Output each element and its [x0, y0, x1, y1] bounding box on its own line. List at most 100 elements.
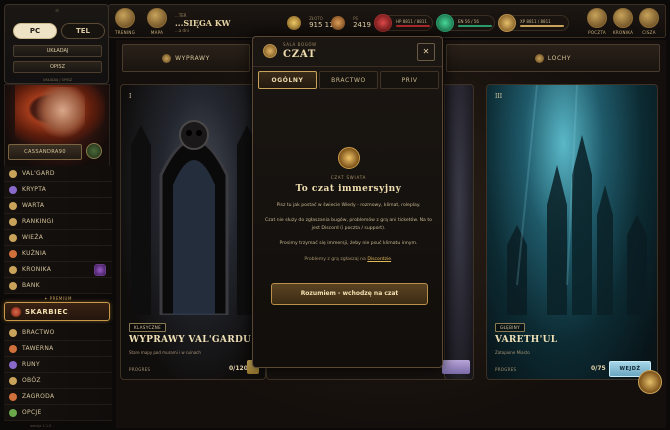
nav-item-zagroda[interactable]: ZAGRODA [4, 389, 112, 405]
warta-icon [9, 202, 17, 210]
emblem-icon [263, 44, 277, 58]
nav-item-runy[interactable]: RUNY [4, 357, 112, 373]
mute-icon [639, 8, 659, 28]
nav-item-wieza[interactable]: WIEŻA [4, 230, 112, 246]
xp-bar: XP 8811 / 8811 [498, 14, 569, 32]
modal-title: CZAT [283, 49, 317, 60]
world-chat-title: To czat immersyjny [295, 184, 402, 194]
ps-gem-icon [331, 15, 345, 30]
nav-item-krypta[interactable]: KRYPTA [4, 182, 112, 198]
nav-item-tawerna[interactable]: TAWERNA [4, 341, 112, 357]
tab-bractwo[interactable]: BRACTWO [319, 71, 378, 89]
progress-label: PROGRES [129, 367, 151, 372]
tel-button[interactable]: TEL [61, 23, 105, 39]
tab-label: LOCHY [547, 55, 572, 62]
tab-lochy[interactable]: LOCHY [446, 44, 660, 72]
xp-orb-icon [498, 14, 516, 32]
trening-button[interactable]: TRENING [115, 8, 136, 35]
hidden-enter-button [442, 360, 470, 374]
nav-item-oboz[interactable]: OBÓZ [4, 373, 112, 389]
nav-item-bractwo[interactable]: BRACTWO [4, 325, 112, 341]
nav-item-opcje[interactable]: OPCJE [4, 405, 112, 421]
en-orb-icon [436, 14, 454, 32]
character-name-button[interactable]: CASSANDRA90 [8, 144, 82, 160]
card-number: I [129, 93, 132, 100]
mail-button[interactable]: POCZTA [587, 8, 607, 35]
expedition-card-valgard[interactable]: I KLASYCZNE WYPRAWY VAL'GARDU Stare mapy… [120, 84, 266, 380]
nav-label: WARTA [22, 202, 45, 209]
nav-label: KRONIKA [22, 266, 52, 273]
card-title: WYPRAWY VAL'GARDU [129, 335, 252, 345]
nav-label: KRYPTA [22, 186, 47, 193]
card-tag: GŁĘBINY [495, 323, 526, 332]
nav-item-kuznia[interactable]: KUŹNIA [4, 246, 112, 262]
chronicle-label: KRONIKA [613, 30, 634, 35]
progress-label: PROGRES [495, 367, 517, 372]
nav-item-rankingi[interactable]: RANKINGI [4, 214, 112, 230]
chronicle-button[interactable]: KRONIKA [613, 8, 634, 35]
lochy-icon [534, 54, 544, 63]
nav-item-warta[interactable]: WARTA [4, 198, 112, 214]
en-fill [458, 25, 492, 27]
tab-ogolny[interactable]: OGÓLNY [258, 71, 317, 89]
nav-label: BANK [22, 282, 40, 289]
card-subtitle: Stare mapy pod murami i w ruinach [129, 350, 201, 355]
nav-item-bank[interactable]: BANK [4, 278, 112, 294]
valgard-icon [9, 170, 17, 178]
progress-value: 0/120 [229, 365, 248, 372]
opcje-icon [9, 409, 17, 417]
confirm-enter-chat-button[interactable]: Rozumiem - wchodzę na czat [271, 283, 428, 305]
tab-wyprawy[interactable]: WYPRAWY [122, 44, 250, 72]
describe-button[interactable]: OPISZ [13, 61, 102, 73]
gothic-gate-illustration [131, 120, 257, 315]
character-name-block: ...TER ...SIĘGA KW ...a dni [175, 13, 230, 33]
hp-text: HP 8811 / 8811 [396, 19, 427, 24]
close-button[interactable]: ✕ [417, 43, 435, 61]
top-bar: TRENING MAPA ...TER ...SIĘGA KW ...a dni… [108, 4, 666, 38]
chronicle-icon [613, 8, 634, 28]
mail-label: POCZTA [588, 30, 606, 35]
world-chat-kicker: CZAT ŚWIATA [330, 175, 367, 180]
chat-modal: SALA BOGÓW CZAT ✕ OGÓLNY BRACTWO PRIV CZ… [252, 36, 443, 368]
gold-coin-icon [287, 15, 301, 30]
info-paragraph-4: Problemy z grą zgłaszaj na Discordzie. [261, 256, 436, 263]
drag-handle-icon[interactable]: ≡ [55, 8, 59, 14]
chat-orb-icon[interactable] [638, 370, 662, 394]
expedition-card-varethul[interactable]: III GŁĘBINY VARETH'UL Zatopione Miasto P… [486, 84, 658, 380]
bank-icon [9, 282, 17, 290]
card-tag: KLASYCZNE [129, 323, 167, 332]
world-chat-emblem-icon [337, 147, 360, 169]
mute-label: CISZA [642, 30, 656, 35]
discord-prefix: Problemy z grą zgłaszaj na [304, 256, 368, 262]
nav-item-skarbiec[interactable]: SKARBIEC [4, 302, 110, 321]
map-button[interactable]: MAPA [147, 8, 167, 35]
device-switch-popup: ≡ PC TEL UKŁADAJ OPISZ UKŁADAJ / OPISZ [4, 4, 109, 84]
nav-item-kronika[interactable]: KRONIKA [4, 262, 112, 278]
wyprawy-icon [162, 54, 172, 63]
discord-suffix: . [391, 256, 393, 262]
xp-fill [520, 25, 564, 27]
layout-button[interactable]: UKŁADAJ [13, 45, 102, 57]
tawerna-icon [9, 345, 17, 353]
oboz-icon [9, 377, 17, 385]
mute-button[interactable]: CISZA [639, 8, 659, 35]
modal-header: SALA BOGÓW CZAT ✕ [253, 37, 442, 67]
sidebar-nav: VAL'GARD KRYPTA WARTA RANKINGI WIEŻA KUŹ… [4, 166, 112, 421]
nav-label: RUNY [22, 361, 40, 368]
premium-label: ✦ PREMIUM [44, 296, 72, 301]
skarbiec-label: SKARBIEC [25, 308, 69, 316]
nav-label: BRACTWO [22, 329, 55, 336]
hp-fill [396, 25, 430, 27]
ps-stat: PS 2419 [331, 12, 371, 31]
bractwo-icon [9, 329, 17, 337]
pc-button[interactable]: PC [13, 23, 57, 39]
discord-link[interactable]: Discordzie [367, 257, 391, 262]
map-label: MAPA [150, 30, 164, 35]
kronika-badge-icon [94, 264, 106, 276]
trening-icon [115, 8, 136, 28]
character-badge-icon[interactable] [86, 143, 102, 159]
nav-item-valgard[interactable]: VAL'GARD [4, 166, 112, 182]
tab-priv[interactable]: PRIV [380, 71, 439, 89]
hp-bar: HP 8811 / 8811 [374, 14, 433, 32]
runy-icon [9, 361, 17, 369]
